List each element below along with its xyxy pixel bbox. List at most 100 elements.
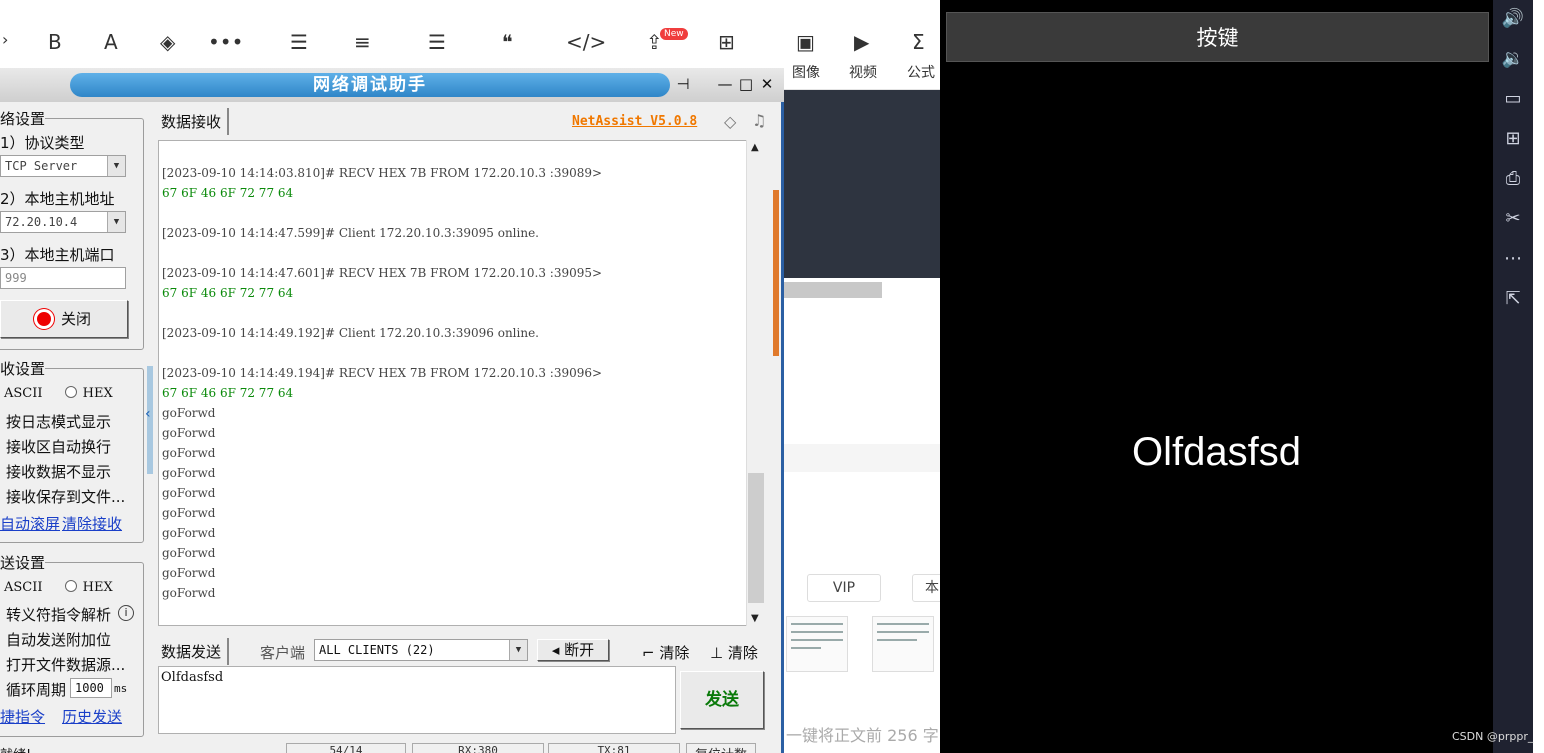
print-icon[interactable]: ⎙ bbox=[1493, 168, 1533, 189]
cycle-input[interactable]: 1000 bbox=[70, 678, 112, 698]
reset-count-button[interactable]: 复位计数 bbox=[686, 743, 756, 753]
toolbar-label-formula[interactable]: 公式 bbox=[907, 62, 935, 82]
unordered-list-icon[interactable]: ☰ bbox=[290, 30, 308, 54]
apk-install-icon[interactable]: ⊞ bbox=[1493, 128, 1533, 149]
recv-log[interactable]: [2023-09-10 14:14:03.810]# RECV HEX 7B F… bbox=[158, 140, 748, 626]
recv-opt-hide[interactable]: 接收数据不显示 bbox=[6, 461, 111, 482]
maximize-button[interactable]: □ bbox=[737, 74, 755, 94]
emulator-sidebar bbox=[1493, 0, 1533, 753]
new-badge: New bbox=[660, 28, 688, 40]
send-opt-cycle[interactable]: 循环周期 bbox=[6, 679, 66, 700]
vip-pill[interactable]: VIP bbox=[807, 574, 881, 602]
highlight-icon[interactable]: ◈ bbox=[160, 30, 175, 54]
recv-hex-radio[interactable]: HEX bbox=[83, 386, 113, 401]
code-icon[interactable]: </> bbox=[566, 30, 606, 54]
toolbar-label-image[interactable]: 图像 bbox=[792, 62, 820, 82]
recv-opt-log[interactable]: 按日志模式显示 bbox=[6, 411, 111, 432]
shortcut-link[interactable]: 捷指令 bbox=[0, 706, 45, 727]
log-line: [2023-09-10 14:14:49.192]# Client 172.20… bbox=[162, 326, 539, 340]
clear-recv-button[interactable]: ⌐ 清除 bbox=[642, 642, 689, 663]
close-connection-button[interactable]: 关闭 bbox=[0, 300, 128, 338]
scissors-icon[interactable]: ✂ bbox=[1493, 208, 1533, 229]
toolbar-label-video[interactable]: 视频 bbox=[849, 62, 877, 82]
info-icon[interactable]: i bbox=[118, 605, 134, 621]
status-ready: 就绪! bbox=[0, 744, 31, 753]
send-hex-radio-dot[interactable] bbox=[64, 580, 77, 592]
auto-scroll-link[interactable]: 自动滚屏 bbox=[0, 513, 60, 534]
thumbnail[interactable] bbox=[872, 616, 934, 672]
divider-icon[interactable]: ☰ bbox=[428, 30, 446, 54]
close-window-button[interactable]: ✕ bbox=[758, 74, 776, 94]
log-line: [2023-09-10 14:14:03.810]# RECV HEX 7B F… bbox=[162, 166, 603, 180]
diamond-icon[interactable]: ◇ bbox=[724, 112, 736, 131]
close-connection-label: 关闭 bbox=[60, 310, 91, 328]
clear-send-button[interactable]: ⊥ 清除 bbox=[710, 642, 758, 663]
video-icon[interactable]: ▶ bbox=[854, 30, 869, 54]
client-select[interactable]: ALL CLIENTS (22) ▼ bbox=[314, 639, 528, 661]
recv-hex-radio-dot[interactable] bbox=[64, 386, 77, 398]
scroll-down-icon[interactable]: ▼ bbox=[751, 613, 759, 624]
scroll-thumb[interactable] bbox=[748, 473, 764, 603]
quote-icon[interactable]: ❝ bbox=[502, 30, 513, 54]
recv-encoding: ASCII HEX bbox=[4, 386, 113, 401]
phone-button[interactable]: 按键 bbox=[946, 12, 1489, 62]
send-opt-escape[interactable]: 转义符指令解析 bbox=[6, 604, 111, 625]
send-settings-title: 送设置 bbox=[0, 552, 46, 573]
phone-screen bbox=[940, 0, 1493, 753]
panel-splitter[interactable]: ‹ bbox=[145, 366, 153, 474]
clear-recv-link[interactable]: 清除接收 bbox=[62, 513, 122, 534]
disconnect-button[interactable]: ◂ 断开 bbox=[537, 639, 609, 661]
status-rx: RX:380 bbox=[412, 743, 544, 753]
more-icon[interactable]: ⋯ bbox=[1493, 248, 1533, 269]
watermark: CSDN @prppr_ bbox=[1452, 730, 1534, 743]
screen-icon[interactable]: ▭ bbox=[1493, 88, 1533, 109]
sidebar-edge bbox=[1533, 0, 1544, 753]
editor-scrollbar[interactable] bbox=[784, 282, 882, 298]
title-bar[interactable]: 网络调试助手 ⊣ — □ ✕ bbox=[0, 68, 784, 102]
chevron-down-icon: ▼ bbox=[107, 156, 125, 176]
history-link[interactable]: 历史发送 bbox=[62, 706, 122, 727]
chevron-down-icon: ▼ bbox=[509, 640, 527, 660]
collapse-icon[interactable]: › bbox=[2, 30, 8, 49]
recv-opt-save[interactable]: 接收保存到文件... bbox=[6, 486, 125, 507]
send-textarea[interactable]: Olfdasfsd bbox=[158, 666, 676, 734]
host-select[interactable]: 72.20.10.4 ▼ bbox=[0, 211, 126, 233]
thumbnail[interactable] bbox=[786, 616, 848, 672]
recv-opt-wrap[interactable]: 接收区自动换行 bbox=[6, 436, 111, 457]
send-ascii-radio[interactable]: ASCII bbox=[4, 580, 43, 595]
protocol-select[interactable]: TCP Server ▼ bbox=[0, 155, 126, 177]
pin-icon[interactable]: ⊣ bbox=[674, 74, 692, 94]
formula-icon[interactable]: Σ bbox=[912, 30, 925, 54]
table-icon[interactable]: ⊞ bbox=[718, 30, 735, 54]
bold-icon[interactable]: B bbox=[48, 30, 62, 54]
scroll-up-icon[interactable]: ▲ bbox=[751, 142, 759, 153]
send-opt-file[interactable]: 打开文件数据源... bbox=[6, 654, 125, 675]
protocol-label: 1）协议类型 bbox=[0, 134, 85, 152]
bell-icon[interactable]: ♫ bbox=[752, 111, 766, 130]
log-line: goForwd bbox=[162, 506, 216, 520]
clear-corner-icon: ⌐ bbox=[642, 644, 655, 662]
recv-settings-title: 收设置 bbox=[0, 358, 46, 379]
minimize-button[interactable]: — bbox=[716, 74, 734, 94]
recv-tab[interactable]: 数据接收 bbox=[155, 108, 230, 135]
arrow-left-icon: ◂ bbox=[551, 641, 560, 659]
send-button[interactable]: 发送 bbox=[680, 671, 764, 729]
more-icon[interactable]: ••• bbox=[208, 30, 243, 54]
send-opt-append[interactable]: 自动发送附加位 bbox=[6, 629, 111, 650]
image-icon[interactable]: ▣ bbox=[796, 30, 815, 54]
external-link-icon[interactable]: ⇱ bbox=[1493, 288, 1533, 309]
log-line: goForwd bbox=[162, 526, 216, 540]
version-link[interactable]: NetAssist V5.0.8 bbox=[572, 114, 697, 129]
volume-up-icon[interactable]: 🔊 bbox=[1493, 8, 1533, 29]
port-input[interactable]: 999 bbox=[0, 267, 126, 289]
volume-down-icon[interactable]: 🔉 bbox=[1493, 48, 1533, 69]
send-hex-radio[interactable]: HEX bbox=[83, 580, 113, 595]
chevron-left-icon[interactable]: ‹ bbox=[145, 406, 151, 422]
send-tab[interactable]: 数据发送 bbox=[155, 638, 230, 665]
port-value: 999 bbox=[5, 271, 27, 285]
text-color-icon[interactable]: A bbox=[104, 30, 118, 54]
recv-ascii-radio[interactable]: ASCII bbox=[4, 386, 43, 401]
align-icon[interactable]: ≡ bbox=[354, 30, 371, 54]
